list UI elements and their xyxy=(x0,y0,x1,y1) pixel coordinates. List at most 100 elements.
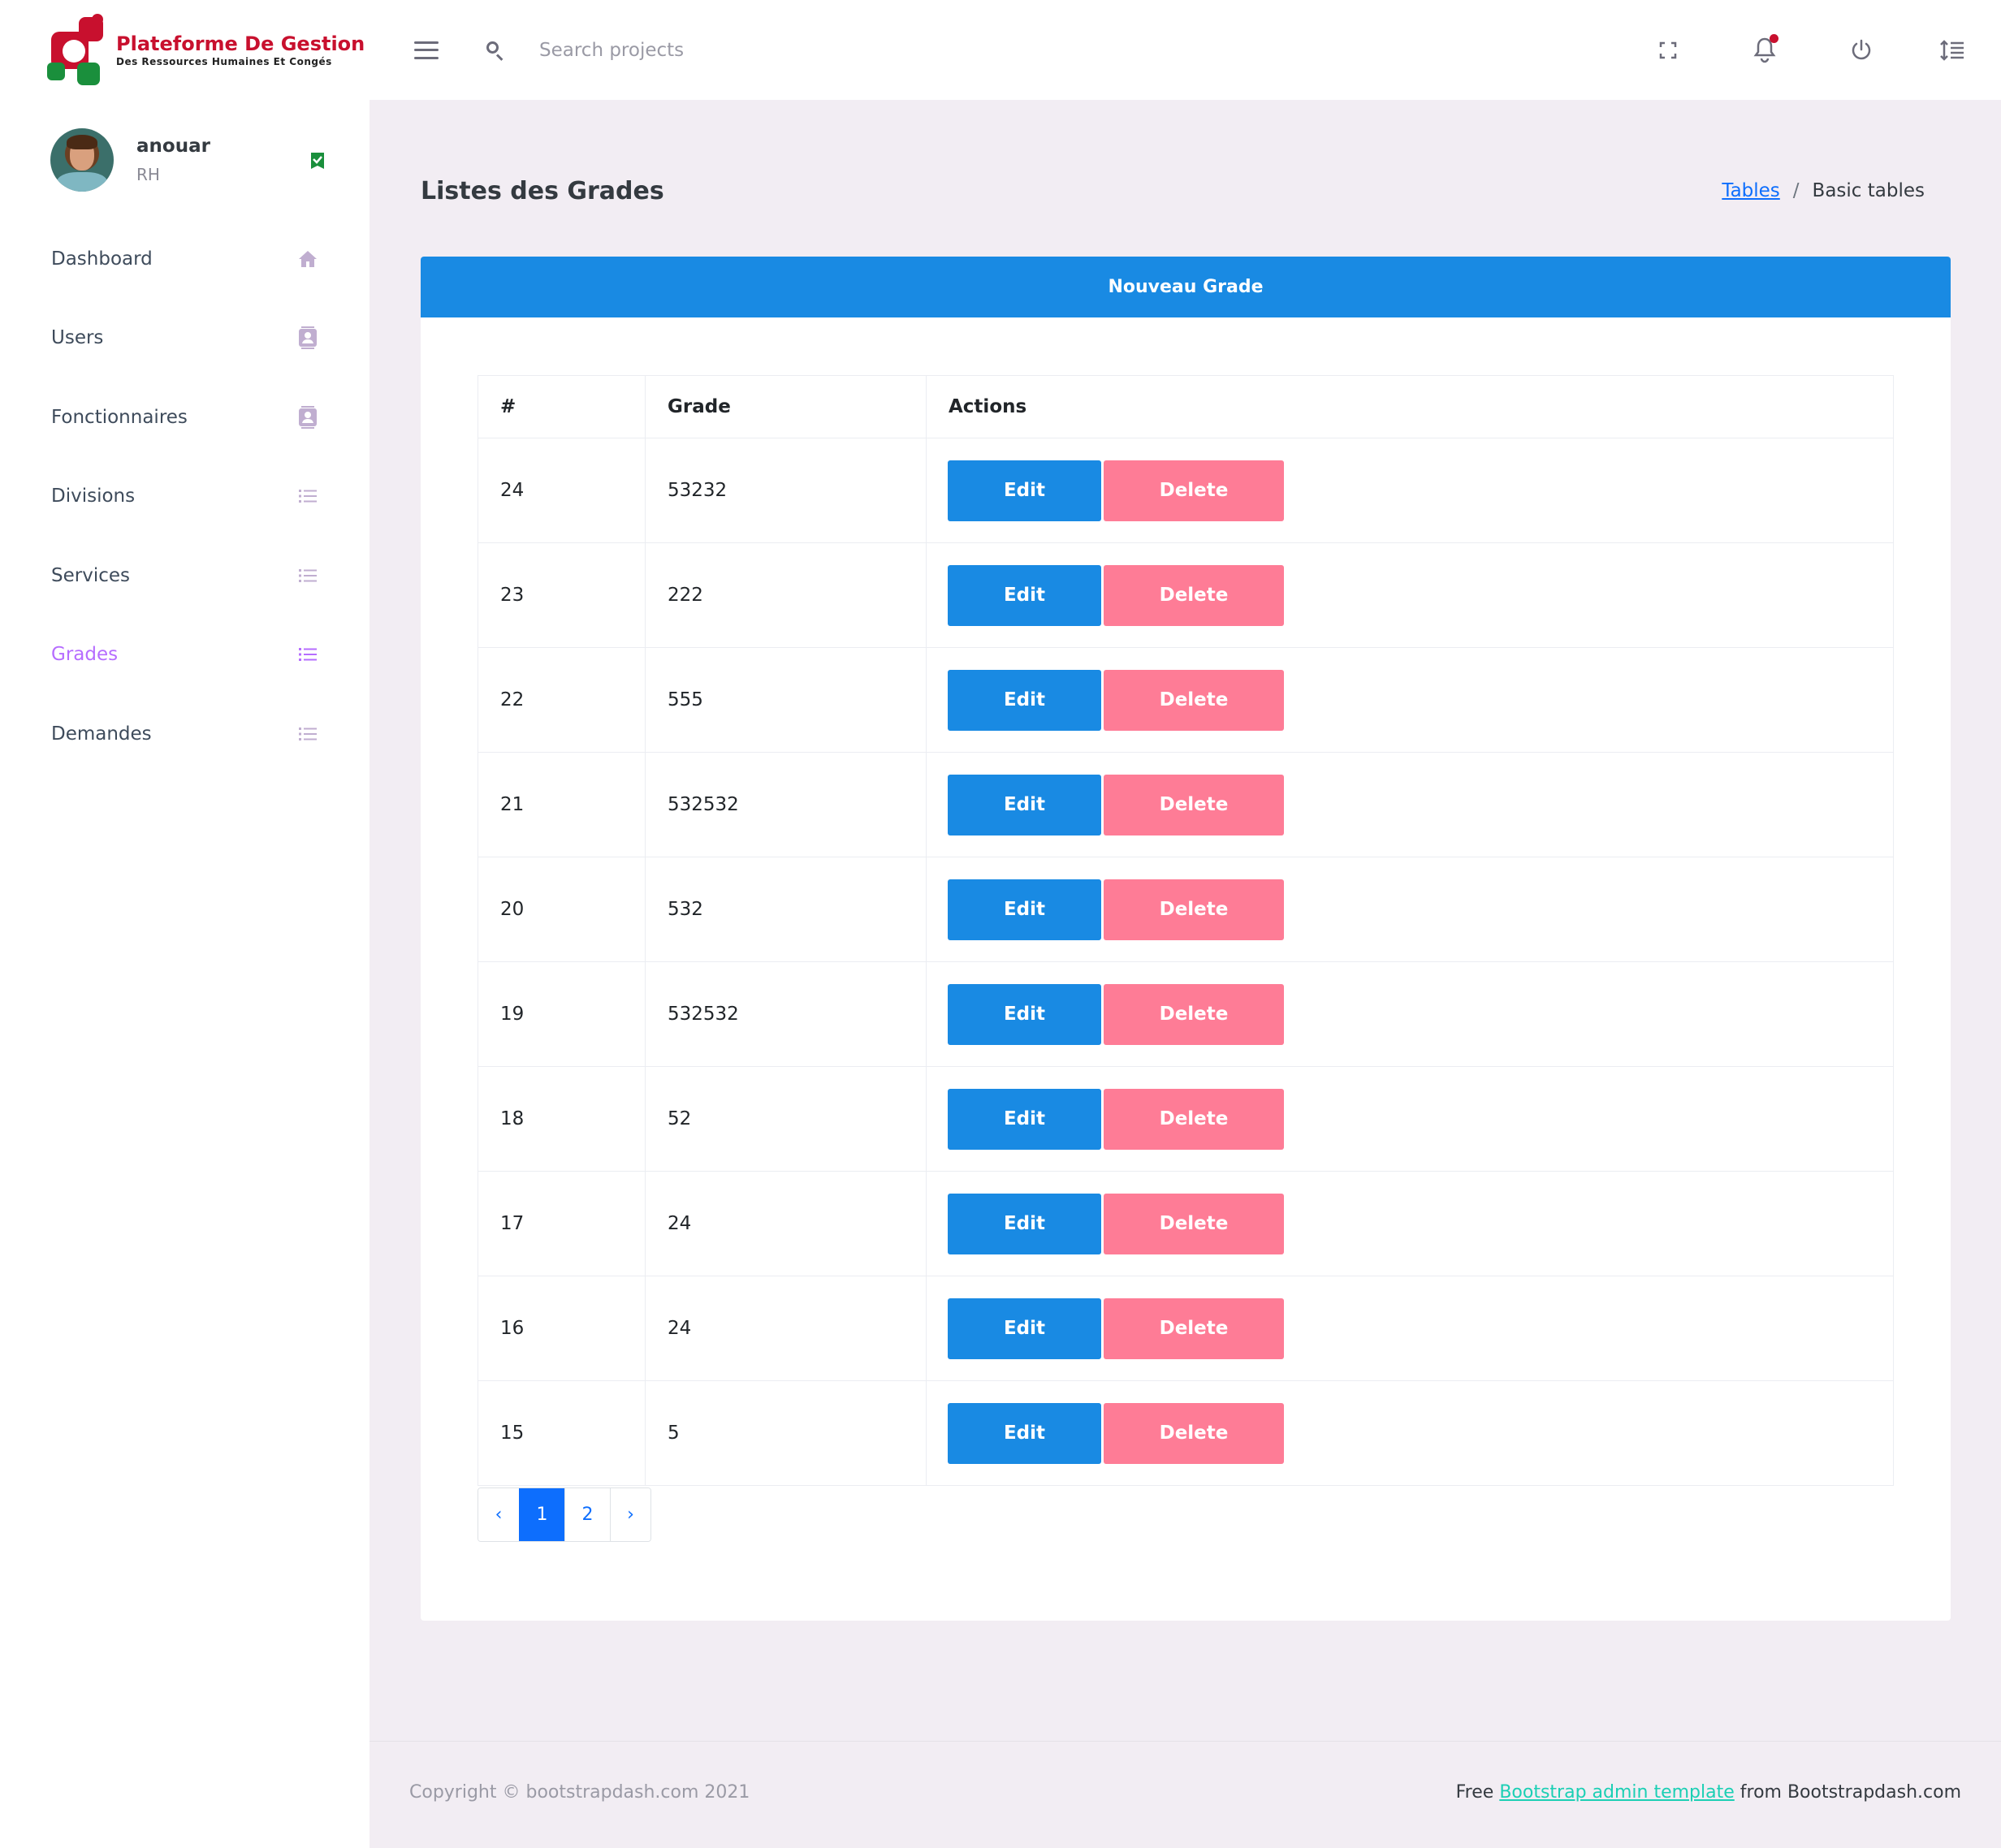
edit-button[interactable]: Edit xyxy=(948,1193,1101,1254)
edit-button[interactable]: Edit xyxy=(948,879,1101,940)
edit-button[interactable]: Edit xyxy=(948,1402,1101,1464)
sidebar-item-demandes[interactable]: Demandes xyxy=(0,694,370,774)
grade-value-cell: 52 xyxy=(645,1066,927,1172)
edit-button[interactable]: Edit xyxy=(948,564,1101,626)
edit-button[interactable]: Edit xyxy=(948,774,1101,835)
menu-toggle-icon[interactable] xyxy=(414,41,439,59)
table-row: 16 24 Edit Delete xyxy=(478,1276,1894,1381)
sidebar-item-dashboard[interactable]: Dashboard xyxy=(0,219,370,299)
breadcrumb-current: Basic tables xyxy=(1812,180,1925,201)
sidebar-item-users[interactable]: Users xyxy=(0,299,370,378)
sidebar-item-label: Users xyxy=(51,327,104,349)
delete-button[interactable]: Delete xyxy=(1104,564,1284,626)
table-header-row: # Grade Actions xyxy=(478,375,1894,438)
sidebar-item-label: Grades xyxy=(51,644,119,666)
delete-button[interactable]: Delete xyxy=(1104,1402,1284,1464)
delete-button[interactable]: Delete xyxy=(1104,1088,1284,1150)
sidebar-menu: Dashboard Users Fonctionnaires Divisions… xyxy=(0,219,370,774)
column-header-grade: Grade xyxy=(645,375,927,438)
delete-button[interactable]: Delete xyxy=(1104,983,1284,1045)
list-icon xyxy=(296,564,319,587)
sidebar-item-fonctionnaires[interactable]: Fonctionnaires xyxy=(0,378,370,457)
avatar xyxy=(50,128,114,192)
profile-card[interactable]: anouar RH xyxy=(50,127,326,192)
edit-button[interactable]: Edit xyxy=(948,669,1101,731)
grade-value-cell: 532 xyxy=(645,857,927,962)
actions-cell: Edit Delete xyxy=(926,1171,1894,1276)
edit-button[interactable]: Edit xyxy=(948,1088,1101,1150)
table-row: 24 53232 Edit Delete xyxy=(478,438,1894,543)
pagination-next[interactable]: › xyxy=(610,1488,650,1541)
new-grade-button[interactable]: Nouveau Grade xyxy=(421,257,1951,317)
search-input[interactable] xyxy=(539,39,945,61)
pagination-page-2[interactable]: 2 xyxy=(564,1488,610,1541)
sidebar-item-grades[interactable]: Grades xyxy=(0,615,370,695)
table-row: 23 222 Edit Delete xyxy=(478,542,1894,648)
grade-value-cell: 53232 xyxy=(645,438,927,543)
breadcrumb-link-tables[interactable]: Tables xyxy=(1722,180,1779,201)
search-bar xyxy=(486,39,945,61)
table-row: 22 555 Edit Delete xyxy=(478,647,1894,753)
home-icon xyxy=(296,248,319,270)
table-row: 19 532532 Edit Delete xyxy=(478,961,1894,1067)
table-row: 18 52 Edit Delete xyxy=(478,1066,1894,1172)
contact-card-icon xyxy=(296,405,319,429)
sidebar-item-label: Demandes xyxy=(51,723,152,745)
delete-button[interactable]: Delete xyxy=(1104,460,1284,521)
sidebar-item-services[interactable]: Services xyxy=(0,536,370,615)
delete-button[interactable]: Delete xyxy=(1104,879,1284,940)
table-row: 20 532 Edit Delete xyxy=(478,857,1894,962)
breadcrumb-separator: / xyxy=(1792,180,1800,201)
pagination: ‹ 1 2 › xyxy=(478,1487,651,1542)
breadcrumb: Tables / Basic tables xyxy=(1722,180,1925,201)
edit-button[interactable]: Edit xyxy=(948,1297,1101,1359)
brand-subtitle: Des Ressources Humaines Et Congés xyxy=(116,55,332,67)
brand[interactable]: Plateforme De Gestion Des Ressources Hum… xyxy=(0,0,370,100)
footer-credit: Free Bootstrap admin template from Boots… xyxy=(1456,1782,1961,1803)
list-icon xyxy=(296,485,319,507)
pagination-page-1[interactable]: 1 xyxy=(519,1488,564,1541)
actions-cell: Edit Delete xyxy=(926,1380,1894,1486)
sidebar-item-label: Fonctionnaires xyxy=(51,406,188,428)
grade-id-cell: 24 xyxy=(478,438,646,543)
delete-button[interactable]: Delete xyxy=(1104,774,1284,835)
sidebar-item-label: Divisions xyxy=(51,486,136,507)
column-header-actions: Actions xyxy=(926,375,1894,438)
footer-credit-prefix: Free xyxy=(1455,1782,1500,1803)
grade-id-cell: 21 xyxy=(478,752,646,857)
brand-logo[interactable]: Plateforme De Gestion Des Ressources Hum… xyxy=(45,13,365,87)
actions-cell: Edit Delete xyxy=(926,752,1894,857)
footer-template-link[interactable]: Bootstrap admin template xyxy=(1499,1782,1734,1803)
grade-value-cell: 5 xyxy=(645,1380,927,1486)
grade-value-cell: 24 xyxy=(645,1171,927,1276)
table-row: 15 5 Edit Delete xyxy=(478,1380,1894,1486)
grade-value-cell: 222 xyxy=(645,542,927,648)
contact-card-icon xyxy=(296,326,319,350)
fullscreen-icon[interactable] xyxy=(1652,34,1684,67)
notifications-bell-icon[interactable] xyxy=(1748,33,1781,67)
table-row: 17 24 Edit Delete xyxy=(478,1171,1894,1276)
grade-value-cell: 24 xyxy=(645,1276,927,1381)
list-icon xyxy=(296,643,319,666)
delete-button[interactable]: Delete xyxy=(1104,669,1284,731)
grade-id-cell: 16 xyxy=(478,1276,646,1381)
sidebar-item-divisions[interactable]: Divisions xyxy=(0,457,370,537)
power-icon[interactable] xyxy=(1845,34,1878,67)
grade-id-cell: 17 xyxy=(478,1171,646,1276)
pagination-prev[interactable]: ‹ xyxy=(478,1488,519,1541)
grade-value-cell: 532532 xyxy=(645,752,927,857)
actions-cell: Edit Delete xyxy=(926,647,1894,753)
settings-panel-icon[interactable] xyxy=(1936,34,1969,67)
sidebar: anouar RH Dashboard Users Fonctionnaires xyxy=(0,100,370,1848)
grade-id-cell: 22 xyxy=(478,647,646,753)
edit-button[interactable]: Edit xyxy=(948,983,1101,1045)
notification-dot xyxy=(1770,33,1778,43)
delete-button[interactable]: Delete xyxy=(1104,1193,1284,1254)
grades-table: # Grade Actions 24 53232 Edit Delete 23 222 Ed… xyxy=(478,375,1894,1486)
delete-button[interactable]: Delete xyxy=(1104,1297,1284,1359)
grade-id-cell: 15 xyxy=(478,1380,646,1486)
edit-button[interactable]: Edit xyxy=(948,460,1101,521)
actions-cell: Edit Delete xyxy=(926,857,1894,962)
actions-cell: Edit Delete xyxy=(926,1066,1894,1172)
grades-card: Nouveau Grade # Grade Actions 24 53232 Edi… xyxy=(421,257,1951,1621)
